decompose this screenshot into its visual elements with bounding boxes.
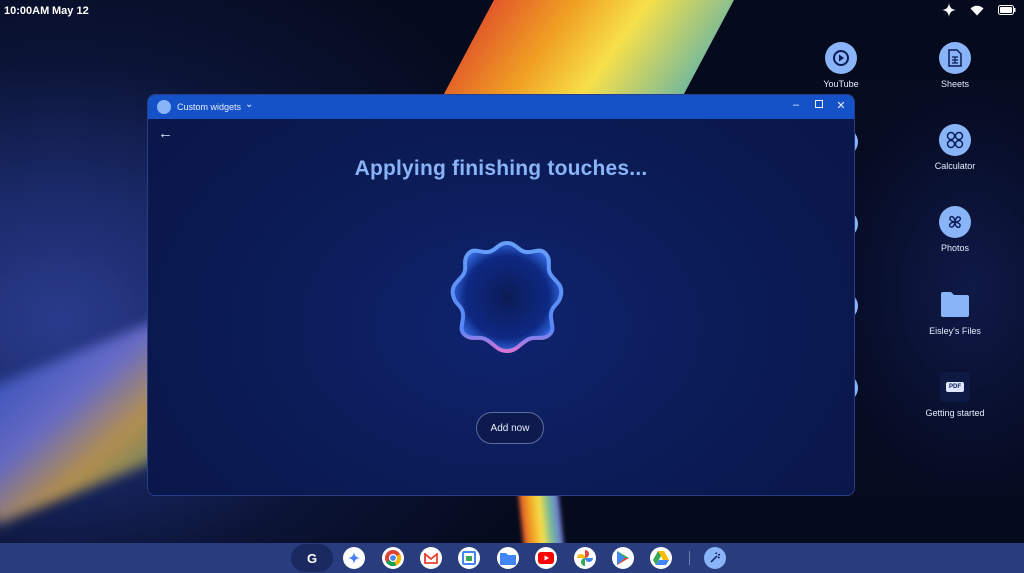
shelf-separator (689, 551, 690, 565)
desktop-icon-photos[interactable]: Photos (920, 206, 990, 253)
sheets-icon (939, 42, 971, 74)
clock-time[interactable]: 10:00AM (4, 5, 49, 17)
chrome-icon[interactable] (382, 547, 404, 569)
desktop-icon-label: Sheets (940, 79, 970, 89)
clock-date[interactable]: May 12 (52, 5, 89, 17)
assistant-icon[interactable] (704, 547, 726, 569)
launcher-button[interactable]: G (291, 544, 333, 572)
desktop-icon-label: Photos (940, 243, 970, 253)
files-icon[interactable] (497, 547, 519, 569)
loading-animation (450, 240, 564, 354)
shelf: G (0, 543, 1024, 573)
desktop-icon-label: YouTube (823, 79, 859, 89)
window-titlebar[interactable]: Custom widgets ⌄ – ✕ (148, 95, 854, 119)
window-title: Custom widgets (177, 102, 242, 112)
drive-icon[interactable] (650, 547, 672, 569)
pdf-icon: PDF (940, 372, 970, 402)
desktop-icon-label: Calculator (934, 161, 976, 171)
desktop-icon-label: Getting started (925, 408, 985, 418)
desktop-icon-label: Eisley's Files (929, 326, 981, 336)
photos-icon[interactable] (574, 547, 596, 569)
desktop-icon-sheets[interactable]: Sheets (920, 42, 990, 89)
back-arrow-icon[interactable]: ← (158, 125, 173, 142)
calculator-icon (939, 124, 971, 156)
custom-widgets-window: Custom widgets ⌄ – ✕ ← Applying finishin… (147, 94, 855, 496)
launcher-label: G (306, 550, 318, 566)
gemini-icon[interactable] (343, 547, 365, 569)
battery-icon[interactable] (998, 5, 1016, 18)
desktop-icon-files[interactable]: Eisley's Files (920, 290, 990, 336)
maximize-icon[interactable] (812, 99, 826, 111)
pdf-badge: PDF (946, 382, 964, 392)
wifi-icon[interactable] (970, 5, 984, 19)
status-bar: 10:00AM May 12 (0, 0, 1024, 22)
calendar-icon[interactable] (458, 547, 480, 569)
youtube-icon[interactable] (535, 547, 557, 569)
window-content: ← Applying finishing touches... Add now (148, 119, 854, 495)
close-icon[interactable]: ✕ (834, 99, 848, 112)
gemini-sparkle-icon[interactable] (942, 3, 956, 20)
widgets-app-icon (157, 100, 171, 114)
page-title: Applying finishing touches... (354, 157, 648, 180)
chevron-down-icon[interactable]: ⌄ (245, 99, 253, 110)
folder-icon (940, 290, 970, 320)
youtube-icon (825, 42, 857, 74)
add-now-button[interactable]: Add now (476, 412, 544, 444)
gmail-icon[interactable] (420, 547, 442, 569)
play-store-icon[interactable] (612, 547, 634, 569)
desktop-icon-calculator[interactable]: Calculator (920, 124, 990, 171)
desktop-icon-getting-started[interactable]: PDF Getting started (920, 372, 990, 418)
photos-icon (939, 206, 971, 238)
minimize-icon[interactable]: – (789, 99, 803, 111)
desktop-icon-youtube[interactable]: YouTube (806, 42, 876, 89)
